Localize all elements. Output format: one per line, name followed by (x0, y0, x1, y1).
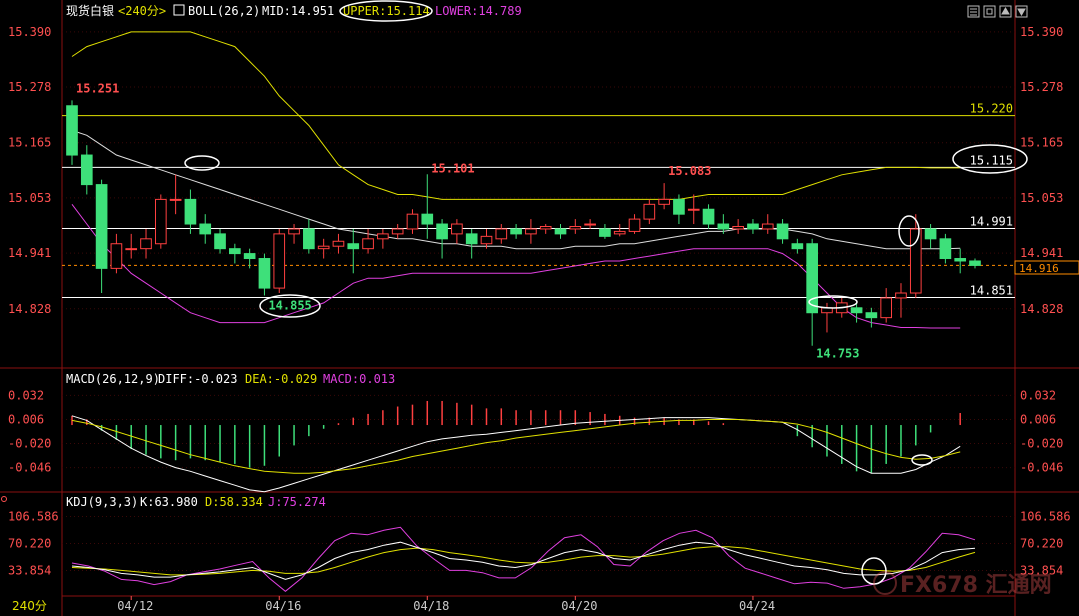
price-annotation: 14.753 (816, 347, 859, 361)
boll-upper: UPPER:15.114 (343, 4, 430, 18)
price-annotation: 14.855 (268, 298, 311, 312)
macd-y-tick: 0.032 (8, 388, 44, 402)
y-tick-label: 15.390 (8, 25, 51, 39)
watermark: FX678 汇通网 (873, 571, 1052, 598)
y-tick-label-right: 14.828 (1020, 302, 1063, 316)
kdj-y-tick-right: 70.220 (1020, 537, 1063, 551)
candle (273, 228, 286, 294)
y-tick-label: 15.053 (8, 191, 51, 205)
macd-value: MACD:0.013 (323, 372, 395, 386)
candle (154, 194, 167, 249)
price-annotation: 15.083 (668, 164, 711, 178)
last-price-marker: 14.916 (1014, 260, 1079, 275)
x-tick-label: 04/24 (739, 599, 775, 613)
kdj-y-tick-right: 106.586 (1020, 509, 1071, 523)
boll-mid: MID:14.951 (262, 4, 334, 18)
y-tick-label-right: 15.278 (1020, 80, 1063, 94)
x-tick-label: 04/16 (265, 599, 301, 613)
y-tick-label: 14.941 (8, 246, 51, 260)
price-annotation: 15.101 (431, 161, 474, 175)
kdj-k: K:63.980 (140, 495, 198, 509)
x-tick-label: 04/18 (413, 599, 449, 613)
y-tick-label: 15.165 (8, 136, 51, 150)
kdj-header: KDJ(9,3,3) K:63.980 D:58.334 J:75.274 (66, 495, 326, 509)
macd-y-tick: -0.046 (8, 461, 51, 475)
macd-dea: DEA:-0.029 (245, 372, 317, 386)
y-tick-label: 15.278 (8, 80, 51, 94)
kdj-y-tick: 106.586 (8, 509, 59, 523)
candle (66, 100, 78, 165)
y-tick-label-right: 14.941 (1020, 246, 1063, 260)
bottom-period-label[interactable]: 240分 (12, 599, 47, 613)
level-label: 14.991 (970, 214, 1013, 228)
instrument-title: 现货白银 (66, 3, 114, 18)
macd-y-tick: -0.020 (8, 437, 51, 451)
kdj-y-tick: 70.220 (8, 537, 51, 551)
macd-y-tick-right: 0.006 (1020, 412, 1056, 426)
level-label: 15.115 (970, 153, 1013, 167)
macd-diff: DIFF:-0.023 (158, 372, 237, 386)
level-label: 15.220 (970, 102, 1013, 116)
macd-y-tick-right: 0.032 (1020, 388, 1056, 402)
kdj-j: J:75.274 (268, 495, 326, 509)
kdj-y-tick: 33.854 (8, 564, 51, 578)
y-tick-label: 14.828 (8, 302, 51, 316)
level-label: 14.851 (970, 283, 1013, 297)
boll-name: BOLL(26,2) (188, 4, 260, 18)
macd-y-tick: 0.006 (8, 412, 44, 426)
y-tick-label-right: 15.165 (1020, 136, 1063, 150)
silver-chart: 现货白银 <240分> BOLL(26,2) MID:14.951 UPPER:… (0, 0, 1079, 616)
price-annotation: 15.251 (76, 81, 119, 95)
y-tick-label-right: 15.053 (1020, 191, 1063, 205)
last-price: 14.916 (1019, 262, 1059, 275)
macd-header: MACD(26,12,9) DIFF:-0.023 DEA:-0.029 MAC… (66, 372, 395, 386)
candle (939, 233, 952, 264)
x-tick-label: 04/20 (561, 599, 597, 613)
macd-y-tick-right: -0.046 (1020, 461, 1063, 475)
x-tick-label: 04/12 (117, 599, 153, 613)
macd-name: MACD(26,12,9) (66, 372, 160, 386)
boll-lower: LOWER:14.789 (435, 4, 522, 18)
y-tick-label-right: 15.390 (1020, 25, 1063, 39)
macd-y-tick-right: -0.020 (1020, 437, 1063, 451)
period-label[interactable]: <240分> (118, 4, 166, 18)
watermark-text: FX678 汇通网 (900, 573, 1052, 598)
kdj-name: KDJ(9,3,3) (66, 495, 138, 509)
kdj-d: D:58.334 (205, 495, 263, 509)
